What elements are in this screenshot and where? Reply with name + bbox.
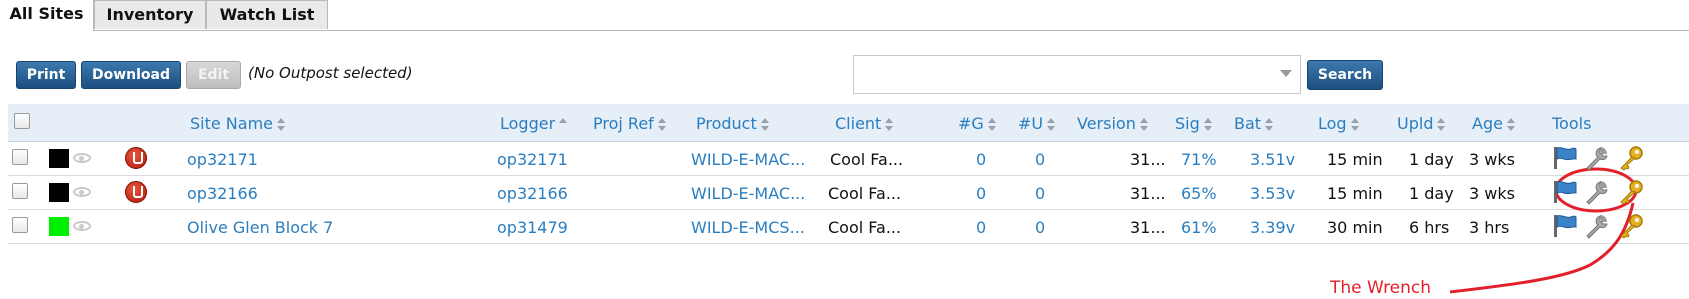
key-icon[interactable] bbox=[1618, 179, 1644, 205]
annotation-overlay bbox=[1449, 167, 1638, 294]
flag-icon[interactable] bbox=[1552, 145, 1578, 171]
wrench-icon[interactable] bbox=[1583, 179, 1609, 205]
key-icon[interactable] bbox=[1618, 213, 1644, 239]
wrench-icon[interactable] bbox=[1583, 213, 1609, 239]
key-icon[interactable] bbox=[1618, 145, 1644, 171]
flag-icon[interactable] bbox=[1552, 213, 1578, 239]
wrench-icon[interactable] bbox=[1583, 145, 1609, 171]
annotation-label: The Wrench bbox=[1330, 278, 1432, 298]
flag-icon[interactable] bbox=[1552, 179, 1578, 205]
